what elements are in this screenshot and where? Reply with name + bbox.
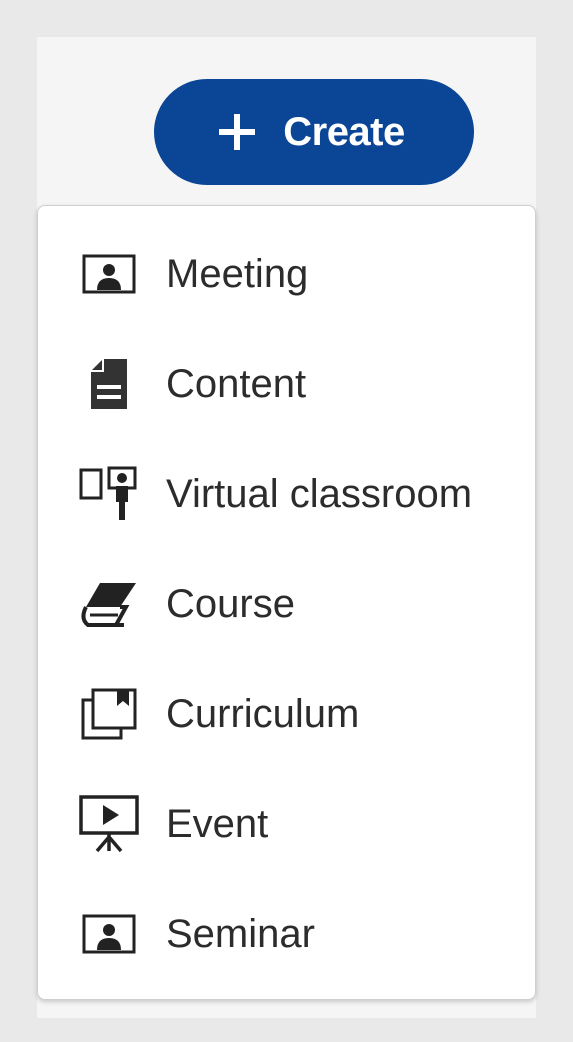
menu-item-label: Content xyxy=(166,362,307,406)
menu-item-label: Virtual classroom xyxy=(166,472,473,516)
menu-item-course[interactable]: Course xyxy=(38,559,535,649)
content-icon xyxy=(78,353,140,415)
virtual-classroom-icon xyxy=(78,463,140,525)
menu-item-content[interactable]: Content xyxy=(38,339,535,429)
menu-item-seminar[interactable]: Seminar xyxy=(38,889,535,979)
menu-item-label: Event xyxy=(166,802,269,846)
menu-item-label: Course xyxy=(166,582,295,626)
menu-item-label: Meeting xyxy=(166,252,309,296)
plus-icon xyxy=(219,114,256,150)
menu-item-label: Curriculum xyxy=(166,692,360,736)
menu-item-label: Seminar xyxy=(166,912,315,956)
curriculum-icon xyxy=(78,683,140,745)
create-button-label: Create xyxy=(283,109,405,154)
meeting-icon xyxy=(78,243,140,305)
seminar-icon xyxy=(78,903,140,965)
create-menu: Meeting Content Virtual classroom Course… xyxy=(37,205,536,1000)
create-button[interactable]: Create xyxy=(154,79,474,185)
course-icon xyxy=(78,573,140,635)
create-panel: Create Meeting Content Virtual classroom… xyxy=(37,37,536,1018)
event-icon xyxy=(78,793,140,855)
menu-item-curriculum[interactable]: Curriculum xyxy=(38,669,535,759)
menu-item-meeting[interactable]: Meeting xyxy=(38,229,535,319)
menu-item-virtual-classroom[interactable]: Virtual classroom xyxy=(38,449,535,539)
menu-item-event[interactable]: Event xyxy=(38,779,535,869)
